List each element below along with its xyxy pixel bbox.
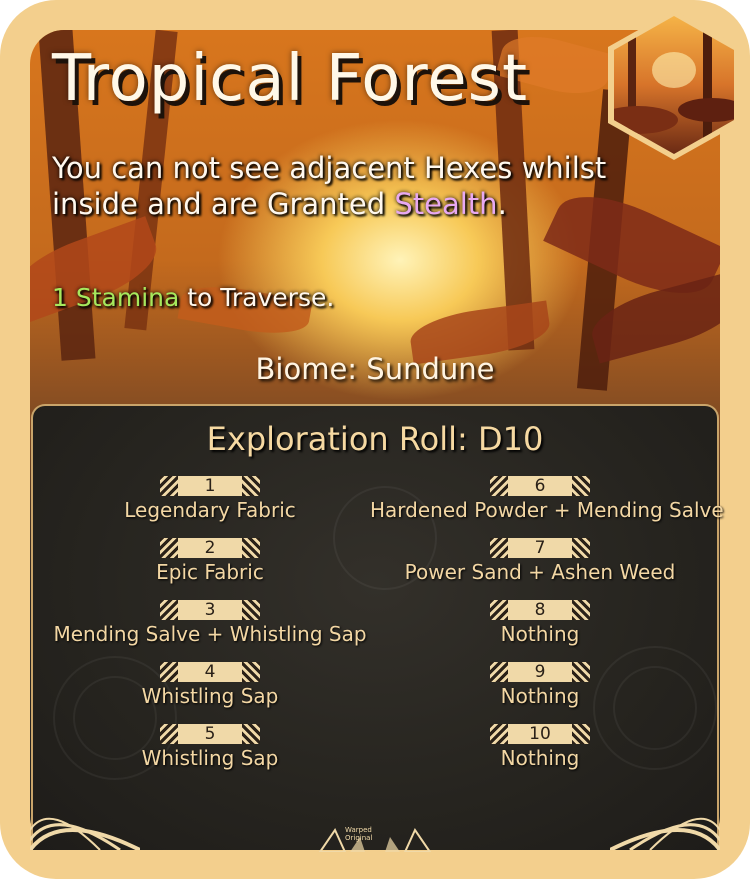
stamina-keyword: 1 Stamina xyxy=(52,283,180,312)
roll-reward: Whistling Sap xyxy=(141,746,279,770)
roll-entry: 2 Epic Fabric xyxy=(40,538,380,584)
roll-entry: 6 Hardened Powder + Mending Salve xyxy=(370,476,724,522)
description-text: You can not see adjacent Hexes whilst in… xyxy=(52,151,607,221)
roll-reward: Nothing xyxy=(500,684,580,708)
roll-number-badge: 3 xyxy=(160,600,260,620)
roll-number-badge: 8 xyxy=(490,600,590,620)
traverse-text: to Traverse. xyxy=(179,283,335,312)
roll-reward: Nothing xyxy=(500,746,580,770)
logo-line-2: Original xyxy=(345,834,373,842)
roll-entry: 8 Nothing xyxy=(370,600,710,646)
roll-reward: Power Sand + Ashen Weed xyxy=(404,560,676,584)
roll-number-badge: 4 xyxy=(160,662,260,682)
roll-reward: Whistling Sap xyxy=(141,684,279,708)
roll-entry: 9 Nothing xyxy=(370,662,710,708)
corner-ornament-right xyxy=(610,817,720,850)
card-frame: Tropical Forest You can not see adjacent… xyxy=(0,0,750,879)
roll-entry: 7 Power Sand + Ashen Weed xyxy=(370,538,710,584)
roll-reward: Hardened Powder + Mending Salve xyxy=(370,498,724,522)
roll-number-badge: 1 xyxy=(160,476,260,496)
corner-ornament-left xyxy=(30,817,140,850)
traverse-cost: 1 Stamina to Traverse. xyxy=(52,283,334,312)
card-description: You can not see adjacent Hexes whilst in… xyxy=(52,150,692,222)
warped-original-logo xyxy=(318,827,432,852)
roll-entry: 10 Nothing xyxy=(370,724,710,770)
roll-entry: 4 Whistling Sap xyxy=(40,662,380,708)
roll-reward: Legendary Fabric xyxy=(124,498,296,522)
roll-number-badge: 9 xyxy=(490,662,590,682)
roll-entry: 1 Legendary Fabric xyxy=(40,476,380,522)
stealth-keyword: Stealth xyxy=(394,187,498,221)
roll-entry: 3 Mending Salve + Whistling Sap xyxy=(40,600,380,646)
roll-number-badge: 5 xyxy=(160,724,260,744)
logo-text: Warped Original xyxy=(345,826,372,842)
roll-reward: Epic Fabric xyxy=(156,560,264,584)
exploration-roll-title: Exploration Roll: D10 xyxy=(206,420,544,458)
roll-number-badge: 2 xyxy=(160,538,260,558)
roll-number-badge: 7 xyxy=(490,538,590,558)
biome-label: Biome: Sundune xyxy=(255,352,495,386)
logo-line-1: Warped xyxy=(345,826,372,834)
roll-reward: Mending Salve + Whistling Sap xyxy=(53,622,367,646)
description-end: . xyxy=(497,187,507,221)
card-title: Tropical Forest xyxy=(52,42,529,116)
roll-number-badge: 10 xyxy=(490,724,590,744)
roll-entry: 5 Whistling Sap xyxy=(40,724,380,770)
roll-number-badge: 6 xyxy=(490,476,590,496)
roll-reward: Nothing xyxy=(500,622,580,646)
hex-terrain-icon xyxy=(608,10,740,160)
